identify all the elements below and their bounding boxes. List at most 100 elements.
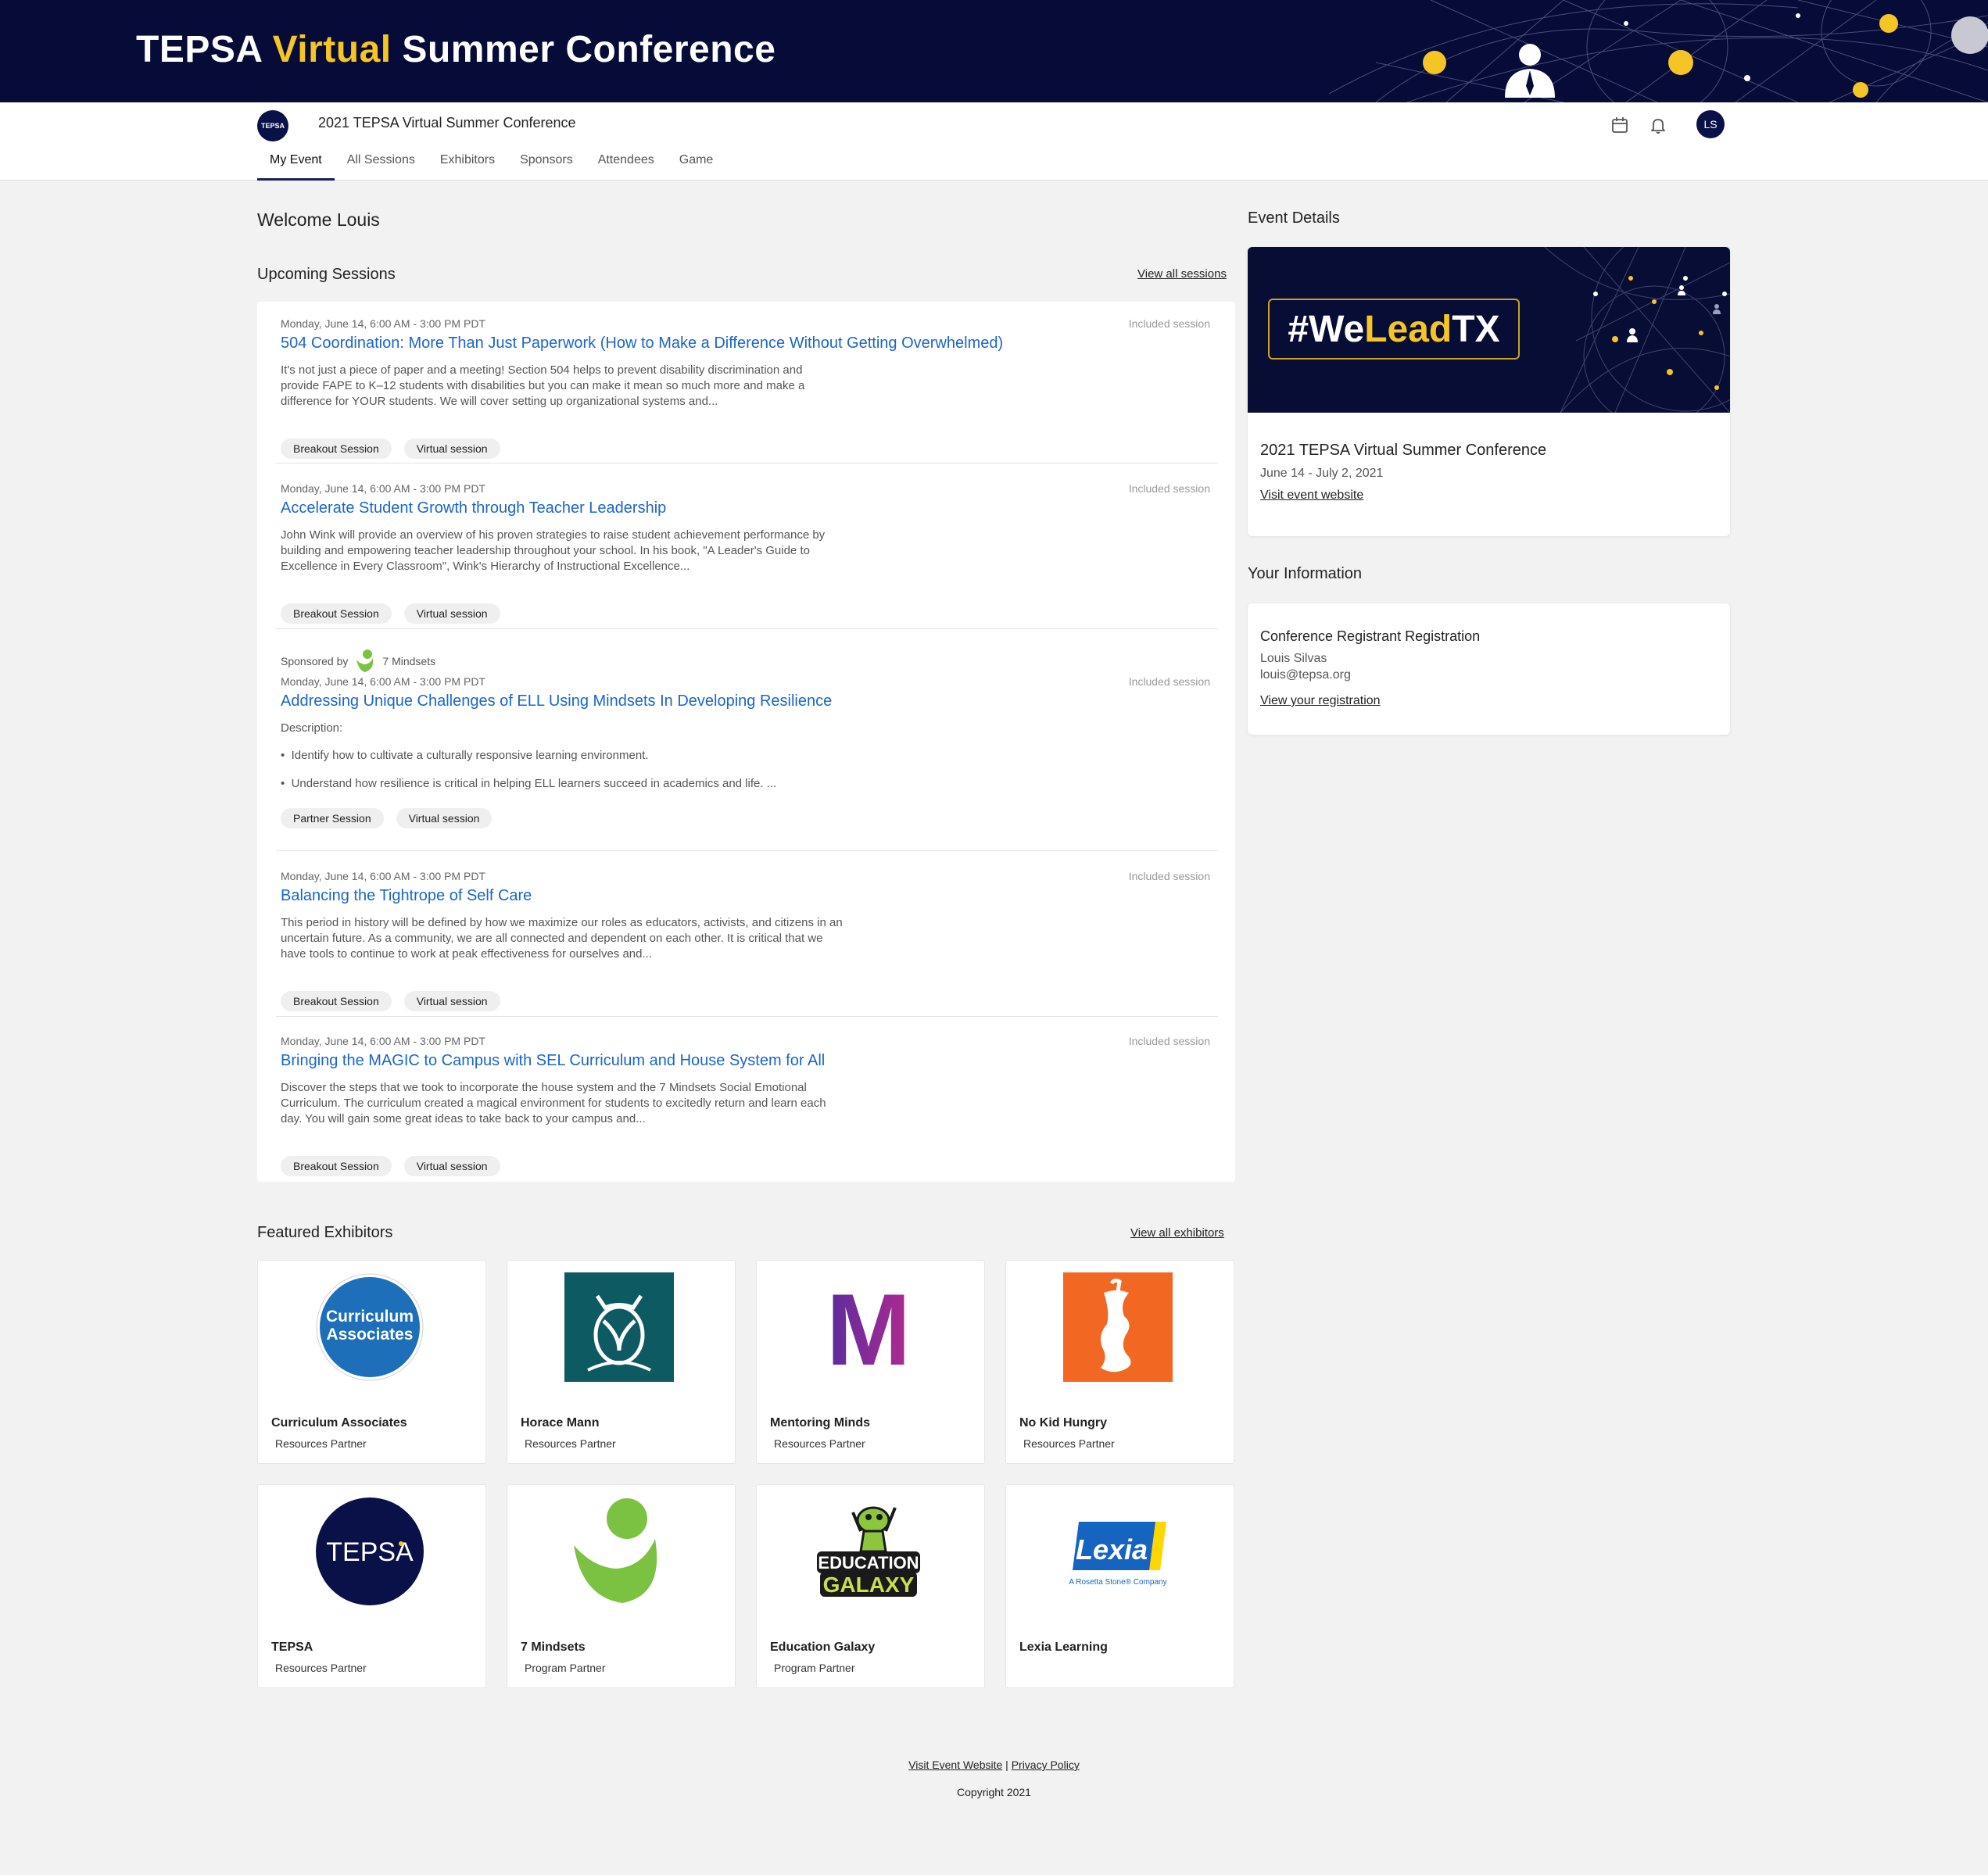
svg-text:Associates: Associates — [327, 1326, 414, 1344]
session-included-label: Included session — [1128, 870, 1210, 882]
footer-visit-event-website-link[interactable]: Visit Event Website — [908, 1759, 1002, 1771]
session-item[interactable]: Monday, June 14, 6:00 AM - 3:00 PM PDT I… — [281, 317, 1218, 466]
session-tags: Breakout Session Virtual session — [281, 603, 500, 624]
view-registration-link[interactable]: View your registration — [1260, 694, 1381, 708]
session-time: Monday, June 14, 6:00 AM - 3:00 PM PDT — [281, 317, 485, 330]
event-details-name: 2021 TEPSA Virtual Summer Conference — [1260, 442, 1547, 459]
svg-text:Curriculum: Curriculum — [326, 1308, 414, 1326]
exhibitor-card-education-galaxy[interactable]: EDUCATION GALAXY Education Galaxy Progra… — [756, 1484, 985, 1688]
your-information-title: Your Information — [1248, 565, 1363, 582]
tab-sponsors[interactable]: Sponsors — [507, 149, 586, 181]
sponsored-label: Sponsored by — [281, 655, 349, 667]
event-name: 2021 TEPSA Virtual Summer Conference — [318, 115, 576, 131]
copyright: Copyright 2021 — [957, 1786, 1031, 1798]
your-information-card: Conference Registrant Registration Louis… — [1248, 603, 1730, 735]
exhibitor-name: Horace Mann — [521, 1416, 600, 1430]
view-all-exhibitors-link[interactable]: View all exhibitors — [1130, 1226, 1224, 1240]
exhibitor-type: Resources Partner — [1023, 1437, 1115, 1450]
event-details-title: Event Details — [1248, 209, 1340, 227]
visit-event-website-link[interactable]: Visit event website — [1260, 488, 1363, 503]
session-tag: Virtual session — [403, 991, 500, 1011]
session-time: Monday, June 14, 6:00 AM - 3:00 PM PDT — [281, 482, 485, 495]
session-included-label: Included session — [1128, 482, 1210, 495]
tab-attendees[interactable]: Attendees — [586, 149, 667, 181]
exhibitor-name: No Kid Hungry — [1019, 1416, 1107, 1430]
session-title[interactable]: Balancing the Tightrope of Self Care — [281, 887, 532, 905]
view-all-sessions-link[interactable]: View all sessions — [1137, 267, 1227, 281]
exhibitor-card-no-kid-hungry[interactable]: No Kid Hungry Resources Partner — [1005, 1260, 1234, 1464]
calendar-icon[interactable] — [1608, 113, 1632, 137]
top-banner: TEPSA Virtual Summer Conference — [0, 0, 1988, 102]
exhibitor-name: Lexia Learning — [1019, 1641, 1108, 1654]
exhibitor-card-lexia-learning[interactable]: Lexia A Rosetta Stone® Company Lexia Lea… — [1005, 1484, 1234, 1688]
tab-all-sessions[interactable]: All Sessions — [335, 149, 428, 181]
session-item[interactable]: Monday, June 14, 6:00 AM - 3:00 PM PDT I… — [281, 870, 1218, 1011]
session-included-label: Included session — [1128, 317, 1210, 330]
session-tag: Breakout Session — [281, 991, 392, 1011]
session-tags: Partner Session Virtual session — [281, 808, 493, 828]
footer-privacy-policy-link[interactable]: Privacy Policy — [1012, 1759, 1080, 1771]
user-email: louis@tepsa.org — [1260, 668, 1351, 682]
tab-exhibitors[interactable]: Exhibitors — [428, 149, 507, 181]
exhibitor-name: Mentoring Minds — [770, 1416, 870, 1430]
session-title[interactable]: Accelerate Student Growth through Teache… — [281, 499, 666, 517]
event-details-card: #We Lead TX 2021 TEPSA Virtual Summer Conf… — [1248, 247, 1730, 536]
exhibitor-name: TEPSA — [271, 1641, 313, 1654]
exhibitor-name: 7 Mindsets — [521, 1641, 586, 1654]
seven-mindsets-icon — [356, 649, 374, 672]
exhibitor-card-curriculum-associates[interactable]: Curriculum Associates Curriculum Associa… — [257, 1260, 486, 1464]
session-tags: Breakout Session Virtual session — [281, 1156, 500, 1176]
divider — [276, 850, 1218, 851]
session-item[interactable]: Sponsored by 7 Mindsets Monday, June 14,… — [281, 649, 1218, 852]
footer-separator: | — [1005, 1759, 1008, 1771]
upcoming-sessions-title: Upcoming Sessions — [257, 266, 396, 283]
exhibitor-card-horace-mann[interactable]: Horace Mann Resources Partner — [507, 1260, 736, 1464]
session-title[interactable]: Addressing Unique Challenges of ELL Usin… — [281, 692, 832, 710]
lexia-logo: Lexia A Rosetta Stone® Company — [1069, 1522, 1167, 1587]
tab-game[interactable]: Game — [667, 149, 726, 181]
exhibitor-type: Program Partner — [774, 1662, 855, 1674]
session-tags: Breakout Session Virtual session — [281, 991, 500, 1011]
session-bullet: • Understand how resilience is critical … — [281, 777, 777, 790]
exhibitor-type: Program Partner — [525, 1662, 606, 1674]
session-item[interactable]: Monday, June 14, 6:00 AM - 3:00 PM PDT I… — [281, 482, 1218, 624]
session-title[interactable]: 504 Coordination: More Than Just Paperwo… — [281, 335, 1003, 352]
welcome-heading: Welcome Louis — [257, 209, 380, 230]
mentoring-minds-logo: M — [826, 1272, 911, 1382]
featured-exhibitors-title: Featured Exhibitors — [257, 1224, 393, 1241]
session-title[interactable]: Bringing the MAGIC to Campus with SEL Cu… — [281, 1052, 825, 1070]
divider — [276, 1016, 1218, 1017]
exhibitor-type: Resources Partner — [525, 1437, 616, 1450]
event-hashtag-banner: #We Lead TX — [1248, 247, 1730, 413]
banner-title: TEPSA Virtual Summer Conference — [136, 29, 776, 70]
exhibitor-name: Education Galaxy — [770, 1641, 876, 1654]
event-hashtag: #We Lead TX — [1268, 299, 1520, 360]
session-time: Monday, June 14, 6:00 AM - 3:00 PM PDT — [281, 1035, 485, 1047]
session-item[interactable]: Monday, June 14, 6:00 AM - 3:00 PM PDT I… — [281, 1035, 1218, 1176]
tepsa-logo[interactable]: TEPSA — [257, 110, 288, 141]
session-tags: Breakout Session Virtual session — [281, 438, 500, 459]
exhibitor-type: Resources Partner — [774, 1437, 865, 1450]
network-graphic — [1329, 0, 1988, 102]
main-nav: My Event All Sessions Exhibitors Sponsor… — [257, 149, 725, 181]
svg-text:M: M — [826, 1272, 911, 1382]
tab-my-event[interactable]: My Event — [257, 149, 335, 181]
svg-text:GALAXY: GALAXY — [823, 1573, 915, 1597]
session-tag: Virtual session — [403, 438, 500, 459]
session-included-label: Included session — [1128, 1035, 1210, 1047]
exhibitor-card-mentoring-minds[interactable]: M Mentoring Minds Resources Partner — [756, 1260, 985, 1464]
user-avatar[interactable]: LS — [1696, 110, 1725, 138]
exhibitor-card-7-mindsets[interactable]: 7 Mindsets Program Partner — [507, 1484, 736, 1688]
session-description: Discover the steps that we took to incor… — [281, 1081, 826, 1125]
sponsor-name[interactable]: 7 Mindsets — [382, 655, 435, 667]
session-bullet: • Identify how to cultivate a culturally… — [281, 749, 649, 762]
svg-text:EDUCATION: EDUCATION — [818, 1553, 919, 1573]
curriculum-associates-logo: Curriculum Associates — [316, 1273, 424, 1381]
session-description: John Wink will provide an overview of hi… — [281, 528, 826, 573]
divider — [276, 628, 1218, 629]
session-included-label: Included session — [1128, 675, 1210, 688]
exhibitor-card-tepsa[interactable]: TEPSA TEPSA Resources Partner — [257, 1484, 486, 1688]
footer-links: Visit Event Website | Privacy Policy — [0, 1759, 1988, 1771]
seven-mindsets-logo — [574, 1498, 657, 1603]
bell-icon[interactable] — [1646, 113, 1670, 137]
